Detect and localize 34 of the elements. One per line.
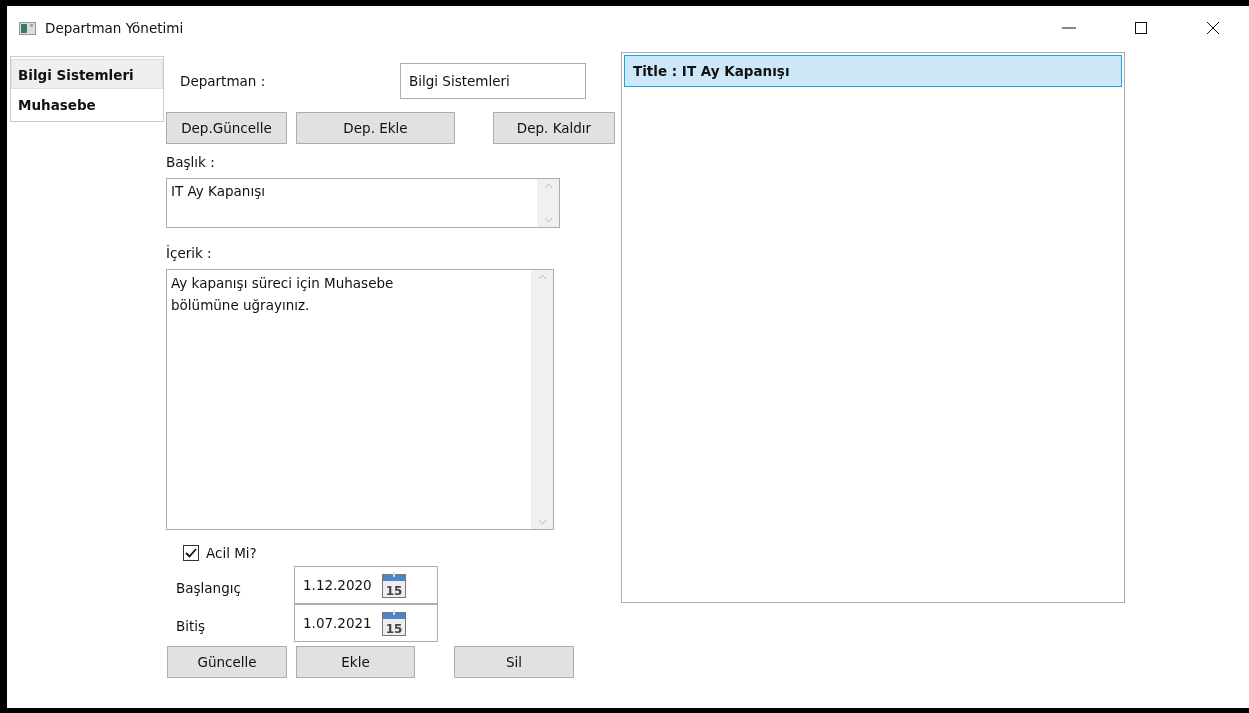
minimize-icon [1062,27,1076,29]
note-item[interactable]: Title : IT Ay Kapanışı [624,55,1122,87]
title-label: Başlık : [166,153,216,172]
checkbox[interactable] [183,545,199,561]
action-button[interactable]: Ekle [296,646,415,678]
department-item[interactable]: Bilgi Sistemleri [11,59,163,89]
scrollbar[interactable] [537,179,559,227]
action-button[interactable]: Sil [454,646,574,678]
window-title: Departman Yönetimi [45,18,184,38]
app-icon [19,21,36,35]
department-field[interactable]: Bilgi Sistemleri [400,63,586,99]
department-button[interactable]: Dep. Ekle [296,112,455,144]
calendar-icon: 15 [381,572,406,598]
scrollbar[interactable] [531,270,553,529]
calendar-icon: 15 [381,610,406,636]
department-button[interactable]: Dep. Kaldır [493,112,615,144]
title-field[interactable]: IT Ay Kapanışı [166,178,560,228]
department-item[interactable]: Muhasebe [11,89,163,119]
date-label: Bitiş [175,616,207,636]
date-label: Başlangıç [175,578,242,598]
department-button[interactable]: Dep.Güncelle [166,112,287,144]
department-label: Departman : [180,71,266,91]
date-picker[interactable]: 1.12.2020 15 [294,566,438,604]
close-icon [1206,21,1220,35]
date-picker[interactable]: 1.07.2021 15 [294,604,438,642]
action-button[interactable]: Güncelle [167,646,287,678]
content-field[interactable]: Ay kapanışı süreci için Muhasebe bölümüne uğrayınız. [166,269,554,530]
scroll-up-icon [537,274,547,280]
scroll-up-icon [543,183,553,189]
maximize-icon [1134,21,1148,35]
content-label: İçerik : [166,244,213,263]
checkbox-label: Acil Mi? [206,543,257,563]
scroll-down-icon [537,519,547,525]
scroll-down-icon [543,217,553,223]
